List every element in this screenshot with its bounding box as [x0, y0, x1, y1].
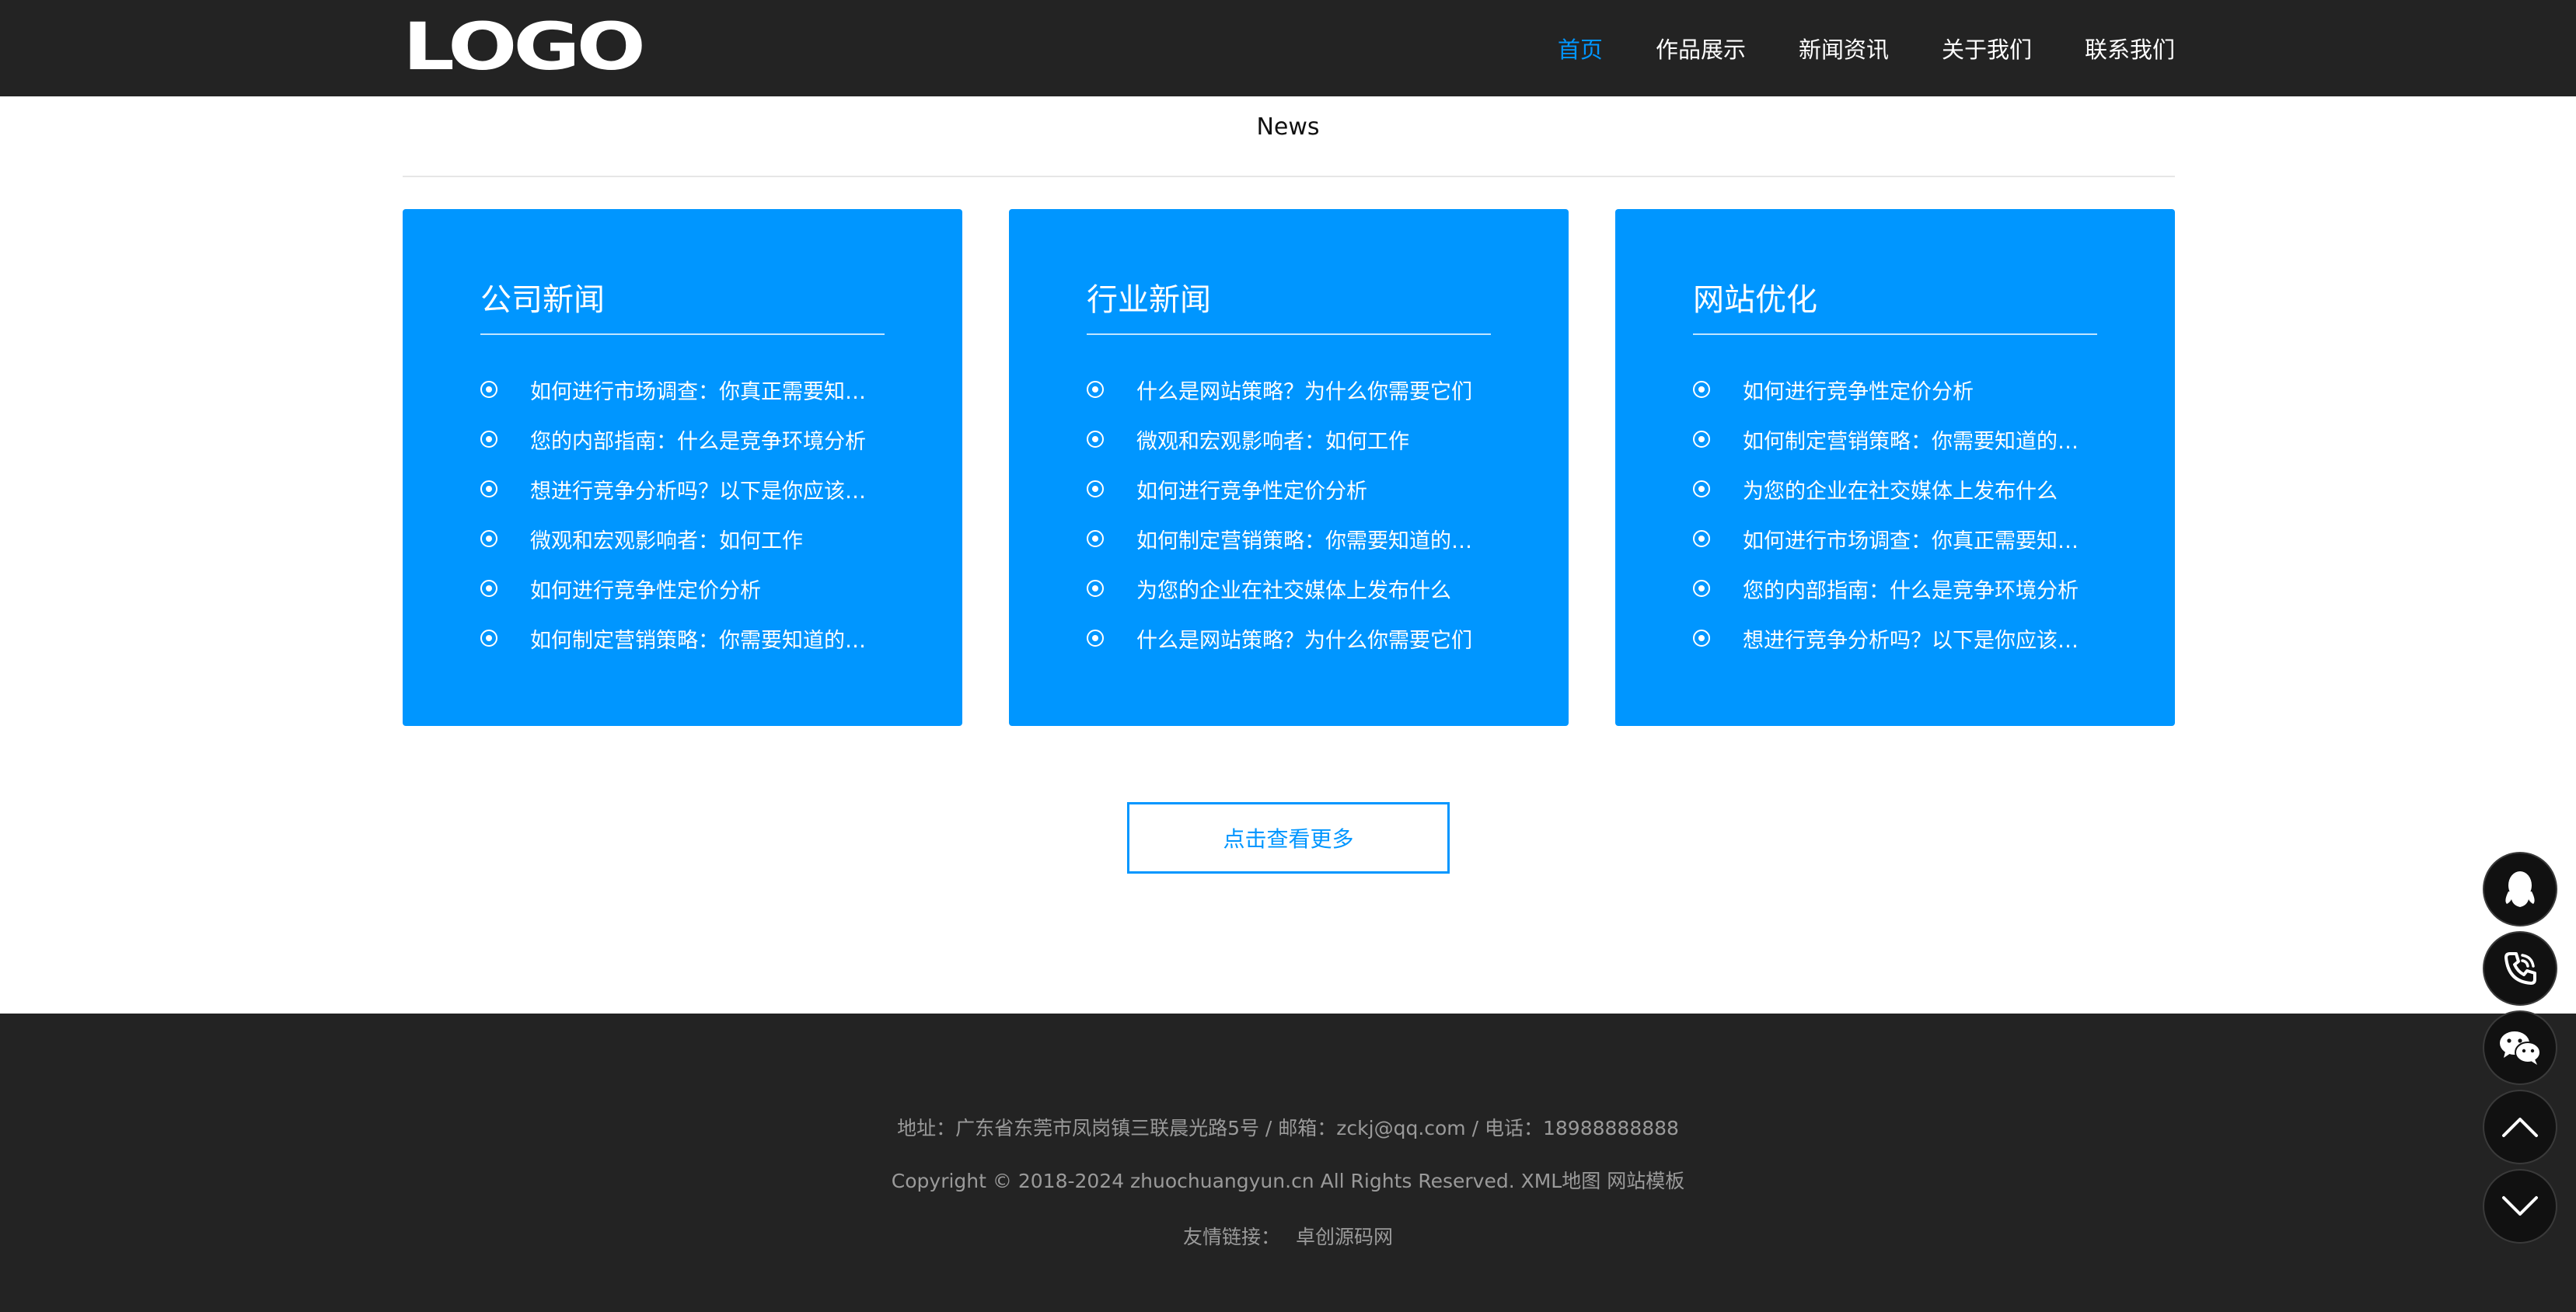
sitemap-link[interactable]: XML地图 — [1521, 1170, 1601, 1192]
list-item[interactable]: 您的内部指南：什么是竞争环境分析 — [1693, 564, 2113, 613]
news-link[interactable]: 如何进行竞争性定价分析 — [1136, 474, 1367, 504]
footer-copyright: Copyright © 2018-2024 zhuochuangyun.cn A… — [891, 1170, 1515, 1192]
qq-icon — [2505, 871, 2535, 907]
news-link[interactable]: 您的内部指南：什么是竞争环境分析 — [1743, 574, 2079, 604]
radio-bullet-icon — [1693, 530, 1710, 547]
footer-contact: 地址：广东省东莞市凤岗镇三联晨光路5号 / 邮箱：zckj@qq.com / 电… — [897, 1117, 1679, 1139]
site-header: LOGO 首页 作品展示 新闻资讯 关于我们 联系我们 — [0, 0, 2576, 96]
list-item[interactable]: 如何进行市场调查：你真正需要知道的内容 — [1693, 514, 2113, 564]
list-item[interactable]: 为您的企业在社交媒体上发布什么 — [1693, 464, 2113, 514]
radio-bullet-icon — [1087, 580, 1104, 597]
list-item[interactable]: 如何制定营销策略：你需要知道的一切 — [480, 613, 900, 663]
news-link[interactable]: 如何进行竞争性定价分析 — [1743, 375, 1974, 405]
view-more-button[interactable]: 点击查看更多 — [1127, 802, 1450, 874]
qq-button[interactable] — [2483, 852, 2557, 926]
radio-bullet-icon — [1087, 630, 1104, 647]
list-item[interactable]: 什么是网站策略？为什么你需要它们 — [1087, 365, 1506, 414]
card-divider — [1693, 333, 2097, 335]
card-title[interactable]: 行业新闻 — [1087, 274, 1211, 319]
nav-item-works[interactable]: 作品展示 — [1656, 32, 1746, 65]
list-item[interactable]: 如何进行竞争性定价分析 — [1693, 365, 2113, 414]
list-item[interactable]: 如何进行市场调查：你真正需要知道的内容 — [480, 365, 900, 414]
news-link[interactable]: 微观和宏观影响者：如何工作 — [530, 524, 803, 554]
card-title[interactable]: 网站优化 — [1693, 274, 1817, 319]
list-item[interactable]: 为您的企业在社交媒体上发布什么 — [1087, 564, 1506, 613]
radio-bullet-icon — [1087, 480, 1104, 497]
news-link[interactable]: 微观和宏观影响者：如何工作 — [1136, 424, 1409, 455]
radio-bullet-icon — [480, 480, 497, 497]
radio-bullet-icon — [480, 630, 497, 647]
news-link[interactable]: 如何制定营销策略：你需要知道的一切 — [1136, 524, 1486, 554]
wechat-icon — [2500, 1031, 2541, 1065]
news-link[interactable]: 如何进行市场调查：你真正需要知道的内容 — [1743, 524, 2093, 554]
news-card-company: 公司新闻 如何进行市场调查：你真正需要知道的内容 您的内部指南：什么是竞争环境分… — [403, 209, 962, 726]
site-footer: 地址：广东省东莞市凤岗镇三联晨光路5号 / 邮箱：zckj@qq.com / 电… — [0, 1014, 2576, 1312]
arrow-down-icon — [2502, 1196, 2538, 1216]
radio-bullet-icon — [1087, 530, 1104, 547]
section-title: News — [1256, 113, 1320, 141]
radio-bullet-icon — [1693, 480, 1710, 497]
news-link[interactable]: 如何制定营销策略：你需要知道的一切 — [530, 623, 880, 654]
news-link[interactable]: 如何制定营销策略：你需要知道的一切 — [1743, 424, 2093, 455]
phone-button[interactable] — [2483, 931, 2557, 1006]
news-link[interactable]: 如何进行竞争性定价分析 — [530, 574, 761, 604]
main-nav: 首页 作品展示 新闻资讯 关于我们 联系我们 — [1505, 0, 2175, 96]
nav-item-contact[interactable]: 联系我们 — [2085, 32, 2175, 65]
section-divider — [403, 176, 2175, 177]
card-title[interactable]: 公司新闻 — [480, 274, 605, 319]
list-item[interactable]: 想进行竞争分析吗？以下是你应该知道的 — [1693, 613, 2113, 663]
site-logo[interactable]: LOGO — [403, 14, 646, 79]
news-link[interactable]: 想进行竞争分析吗？以下是你应该知道的 — [530, 474, 880, 504]
footer-copyright-line: Copyright © 2018-2024 zhuochuangyun.cn A… — [0, 1166, 2576, 1194]
radio-bullet-icon — [480, 431, 497, 448]
list-item[interactable]: 微观和宏观影响者：如何工作 — [1087, 414, 1506, 464]
radio-bullet-icon — [1693, 431, 1710, 448]
news-card-industry: 行业新闻 什么是网站策略？为什么你需要它们 微观和宏观影响者：如何工作 如何进行… — [1009, 209, 1569, 726]
list-item[interactable]: 微观和宏观影响者：如何工作 — [480, 514, 900, 564]
radio-bullet-icon — [1693, 381, 1710, 398]
arrow-up-icon — [2502, 1118, 2538, 1137]
nav-item-home[interactable]: 首页 — [1558, 32, 1603, 65]
card-divider — [1087, 333, 1491, 335]
news-link[interactable]: 什么是网站策略？为什么你需要它们 — [1136, 623, 1472, 654]
nav-item-about[interactable]: 关于我们 — [1942, 32, 2032, 65]
news-list: 什么是网站策略？为什么你需要它们 微观和宏观影响者：如何工作 如何进行竞争性定价… — [1087, 365, 1506, 663]
nav-item-news[interactable]: 新闻资讯 — [1799, 32, 1889, 65]
friend-link[interactable]: 卓创源码网 — [1296, 1226, 1393, 1248]
list-item[interactable]: 如何制定营销策略：你需要知道的一切 — [1693, 414, 2113, 464]
radio-bullet-icon — [1087, 431, 1104, 448]
list-item[interactable]: 如何进行竞争性定价分析 — [480, 564, 900, 613]
news-link[interactable]: 如何进行市场调查：你真正需要知道的内容 — [530, 375, 880, 405]
news-link[interactable]: 为您的企业在社交媒体上发布什么 — [1136, 574, 1451, 604]
friend-links-label: 友情链接： — [1183, 1226, 1281, 1248]
footer-friend-links: 友情链接： 卓创源码网 — [0, 1222, 2576, 1250]
template-link[interactable]: 网站模板 — [1607, 1170, 1684, 1192]
radio-bullet-icon — [480, 530, 497, 547]
radio-bullet-icon — [480, 381, 497, 398]
list-item[interactable]: 如何制定营销策略：你需要知道的一切 — [1087, 514, 1506, 564]
news-link[interactable]: 什么是网站策略？为什么你需要它们 — [1136, 375, 1472, 405]
card-divider — [480, 333, 885, 335]
news-list: 如何进行竞争性定价分析 如何制定营销策略：你需要知道的一切 为您的企业在社交媒体… — [1693, 365, 2113, 663]
wechat-button[interactable] — [2483, 1010, 2557, 1085]
scroll-top-button[interactable] — [2483, 1090, 2557, 1164]
list-item[interactable]: 您的内部指南：什么是竞争环境分析 — [480, 414, 900, 464]
news-link[interactable]: 想进行竞争分析吗？以下是你应该知道的 — [1743, 623, 2093, 654]
radio-bullet-icon — [1693, 580, 1710, 597]
news-link[interactable]: 您的内部指南：什么是竞争环境分析 — [530, 424, 866, 455]
news-link[interactable]: 为您的企业在社交媒体上发布什么 — [1743, 474, 2058, 504]
radio-bullet-icon — [1087, 381, 1104, 398]
news-card-seo: 网站优化 如何进行竞争性定价分析 如何制定营销策略：你需要知道的一切 为您的企业… — [1615, 209, 2175, 726]
radio-bullet-icon — [480, 580, 497, 597]
list-item[interactable]: 想进行竞争分析吗？以下是你应该知道的 — [480, 464, 900, 514]
scroll-bottom-button[interactable] — [2483, 1169, 2557, 1244]
phone-icon — [2504, 952, 2536, 985]
news-list: 如何进行市场调查：你真正需要知道的内容 您的内部指南：什么是竞争环境分析 想进行… — [480, 365, 900, 663]
list-item[interactable]: 什么是网站策略？为什么你需要它们 — [1087, 613, 1506, 663]
list-item[interactable]: 如何进行竞争性定价分析 — [1087, 464, 1506, 514]
radio-bullet-icon — [1693, 630, 1710, 647]
